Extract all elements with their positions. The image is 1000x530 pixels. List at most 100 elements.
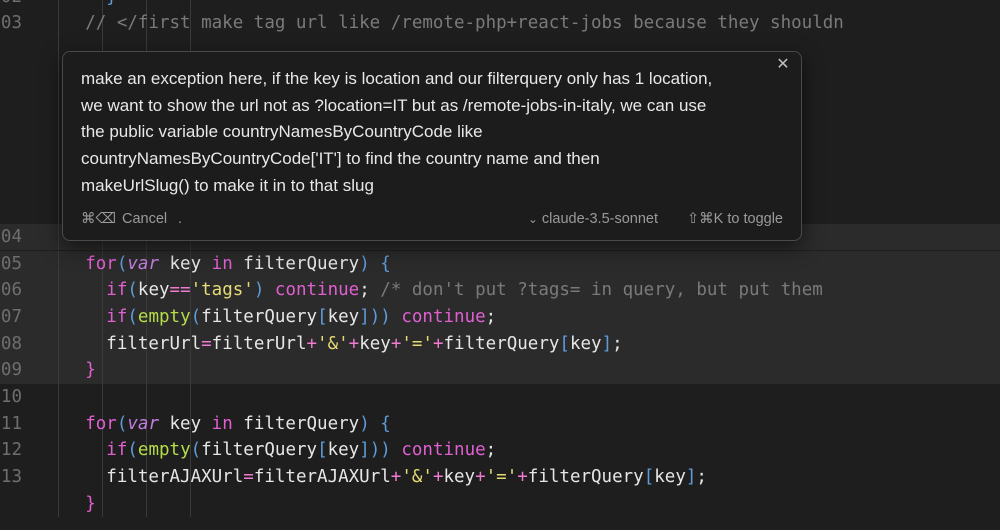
code-text: if(key=='tags') continue; /* don't put ?… [22,277,823,304]
code-token: filterQuery [443,333,560,354]
code-text: for(var key in filterQuery) { [22,251,391,278]
line-number [0,491,22,518]
indent-guide [58,384,59,411]
line-number: 12 [0,437,22,464]
code-token: filterQuery [201,440,318,461]
code-token: ) { [359,253,391,274]
code-text: if(empty(filterQuery[key])) continue; [22,437,496,464]
code-line[interactable]: 13 filterAJAXUrl=filterAJAXUrl+'&'+key+'… [0,464,1000,491]
code-line[interactable]: 09 } [0,357,1000,384]
code-line[interactable]: 08 filterUrl=filterUrl+'&'+key+'='+filte… [0,330,1000,358]
code-token: filterQuery [201,306,318,327]
code-token: == [169,280,191,301]
code-token: key [327,440,360,461]
line-number: 06 [0,277,22,304]
close-icon[interactable]: ✕ [773,55,793,75]
code-token: = [201,333,212,354]
indent-guide [58,197,59,224]
code-line[interactable]: 06 if(key=='tags') continue; /* don't pu… [0,277,1000,304]
line-number-text: 06 [0,280,22,301]
code-line[interactable]: 12 if(empty(filterQuery[key])) continue; [0,437,1000,465]
code-text: if(empty(filterQuery[key])) continue; [22,304,496,331]
indent-guide [146,384,147,411]
line-number: 11 [0,411,22,438]
code-token: key [137,280,170,301]
prompt-message[interactable]: make an exception here, if the key is lo… [81,66,793,200]
code-token: = [243,467,254,488]
indent-guide [58,90,59,117]
code-line[interactable]: 10 [0,384,1000,411]
code-line[interactable]: 03 // </first make tag url like /remote-… [0,10,1000,37]
line-number-text: 04 [0,226,22,247]
code-text: } [22,357,96,384]
line-number-text: 11 [0,413,22,434]
code-token: + [475,467,486,488]
code-token: /* don't put ?tags= in query, but put th… [380,280,823,301]
code-token: key [443,467,476,488]
code-token: if [106,440,128,461]
indent-guide [190,490,191,518]
code-token: '&' [317,333,349,354]
code-token: continue [390,440,486,461]
chevron-down-icon: ⌄ [527,212,538,226]
code-token: ; [485,440,497,461]
code-token: ( [116,253,128,274]
code-token: ] [685,467,697,488]
code-token: } [85,493,96,514]
code-text: } [22,491,96,518]
inline-prompt-dialog: make an exception here, if the key is lo… [62,51,802,241]
line-number: 02 [0,0,22,10]
code-line[interactable]: 07 if(empty(filterQuery[key])) continue; [0,303,1000,331]
model-selector[interactable]: ⌄ claude-3.5-sonnet [528,209,658,229]
code-token: + [517,467,528,488]
code-token: ( [127,306,138,327]
line-number [0,90,22,117]
line-number-text: 10 [0,387,22,407]
code-token: ( [190,440,202,461]
indent-guide [102,490,103,518]
code-token: in [211,253,233,274]
code-token: ] [601,333,613,354]
code-token: ( [127,440,138,461]
code-token: } [85,360,96,381]
code-token: '=' [485,467,518,488]
code-token: var [127,253,159,274]
code-token: key [569,333,602,354]
code-token: if [106,280,128,301]
code-token: key [158,413,212,434]
code-token: ; [485,306,497,327]
indent-guide [58,63,59,91]
line-number [0,37,22,64]
code-token: filterUrl [211,333,307,354]
code-text: filterUrl=filterUrl+'&'+key+'='+filterQu… [22,331,622,358]
code-token: // </first make tag url like /remote-php… [22,13,844,34]
code-token: continue [390,306,486,327]
code-token: for [85,413,117,434]
code-line[interactable]: 02 } [0,0,1000,11]
code-token: if [106,306,128,327]
code-line[interactable]: 05 for(var key in filterQuery) { [0,250,1000,278]
cancel-button[interactable]: ⌘⌫ Cancel [81,209,167,229]
code-line[interactable]: } [0,490,1000,518]
code-token: filterUrl [22,333,202,354]
code-token: filterAJAXUrl [253,467,391,488]
line-number: 09 [0,357,22,384]
code-line[interactable]: 11 for(var key in filterQuery) { [0,410,1000,438]
code-text: for(var key in filterQuery) { [22,411,391,438]
code-token: filterQuery [232,253,360,274]
code-token: ) [253,280,265,301]
code-token: var [127,413,159,434]
separator-dot: . [178,211,183,227]
indent-guide [190,0,191,11]
code-token: ; [696,467,707,488]
code-token: key [327,306,360,327]
indent-guide [58,36,59,64]
code-token: ( [127,280,138,301]
code-token: filterQuery [527,467,644,488]
code-token: filterAJAXUrl [22,467,244,488]
